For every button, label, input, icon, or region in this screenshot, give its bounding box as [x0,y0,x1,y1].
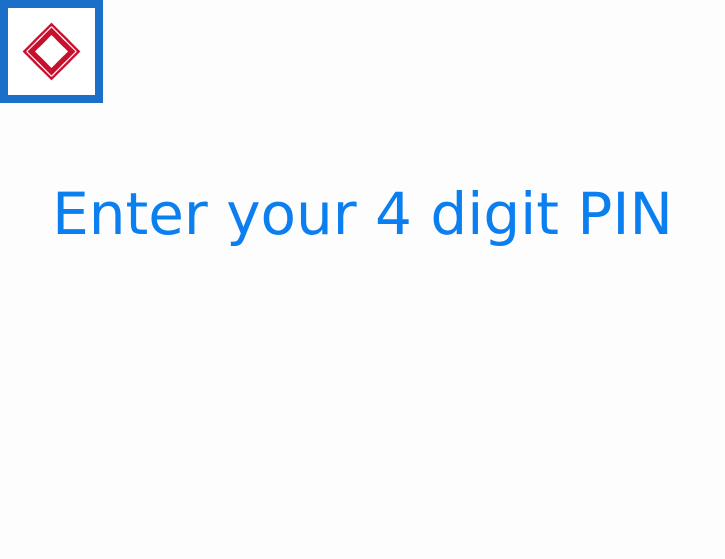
bank-logo-icon [22,22,81,81]
bank-logo [0,0,103,103]
pin-entry-screen: Enter your 4 digit PIN [0,0,725,559]
pin-prompt: Enter your 4 digit PIN [52,180,673,248]
